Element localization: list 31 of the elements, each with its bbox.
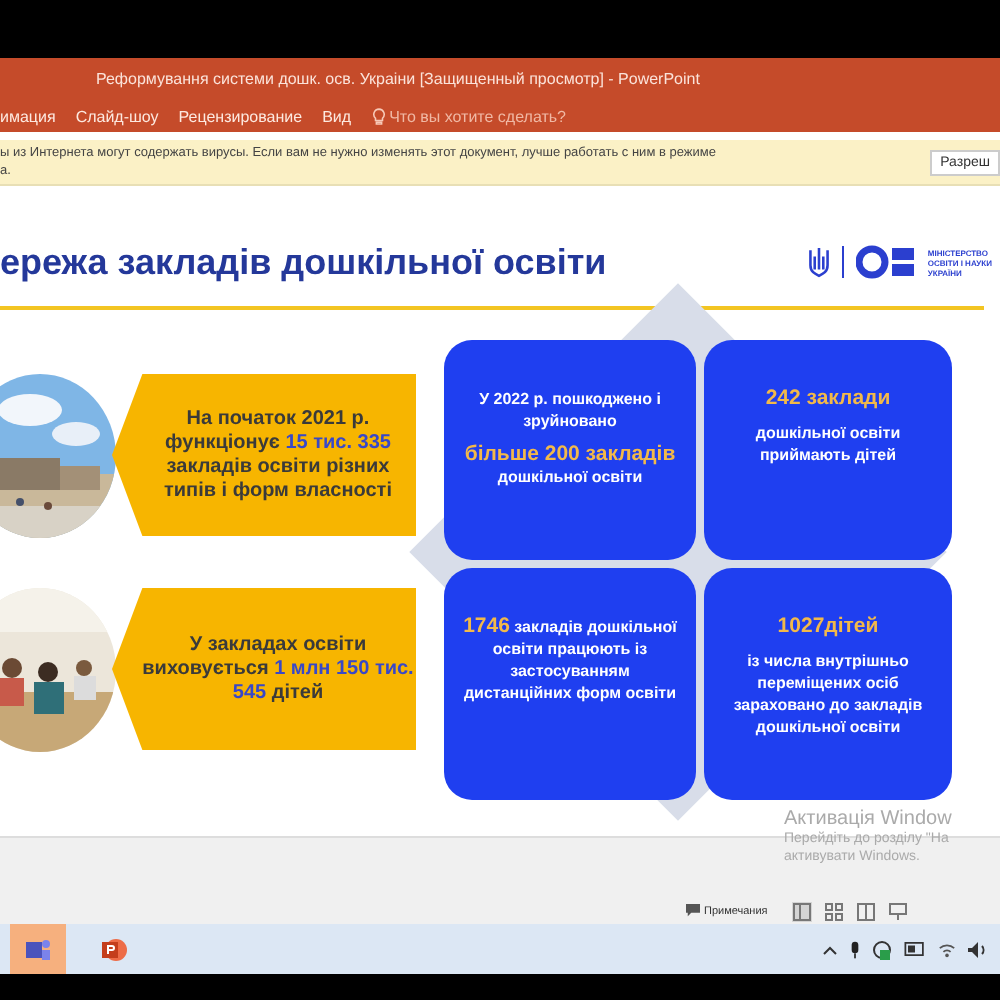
stat-text: більше 200 закладів дошкільної освіти (462, 444, 678, 488)
wifi-icon[interactable] (938, 941, 956, 957)
ministry-logo-icon (855, 244, 916, 280)
stat-text: 1027дітей (777, 616, 879, 638)
stat-text: дошкільної освіти приймають дітей (753, 422, 903, 466)
comment-icon (686, 904, 700, 918)
info-text: У закладах освіти виховується 1 млн 150 тис. 545 дітей (140, 633, 416, 705)
stat-text: 1746 закладів дошкільної освіти працюють із застосуванням дистанційних форм освіти (461, 616, 679, 704)
window-title: Реформування системи дошк. осв. Украіни [Защищенный просмотр] - PowerPoint (96, 70, 700, 88)
normal-view-icon[interactable] (791, 901, 812, 921)
stat-text: 242 заклади (765, 388, 891, 410)
slideshow-icon[interactable] (887, 901, 908, 921)
chevron-up-icon[interactable] (822, 941, 838, 957)
slide-title: ережа закладів дошкільної освіти (0, 241, 607, 283)
activation-title: Активація Window (784, 808, 952, 830)
battery-icon[interactable] (904, 942, 926, 956)
microphone-icon[interactable] (850, 939, 860, 959)
ribbon-tab[interactable]: Слайд-шоу (75, 107, 159, 125)
info-text: На початок 2021 р. функціонує 15 тис. 335 закладів освіти різних типів і форм власності (162, 407, 394, 503)
lightbulb-icon (371, 107, 386, 125)
ribbon-tab[interactable]: имация (0, 107, 56, 125)
trident-icon (807, 247, 830, 277)
slide-sorter-icon[interactable] (823, 901, 844, 921)
ribbon-tab[interactable]: Вид (322, 107, 352, 125)
stat-text: із числа внутрішньо переміщених осіб зараховано до закладів дошкільної освіти (731, 650, 925, 738)
ribbon-tab[interactable]: Рецензирование (178, 107, 303, 125)
speaker-icon[interactable] (968, 941, 988, 957)
reading-view-icon[interactable] (855, 901, 876, 921)
tell-me-field[interactable]: Что вы хотите сделать? (371, 107, 590, 125)
teams-app-icon[interactable] (10, 924, 66, 974)
stat-text: У 2022 р. пошкоджено і зруйновано (477, 388, 663, 432)
